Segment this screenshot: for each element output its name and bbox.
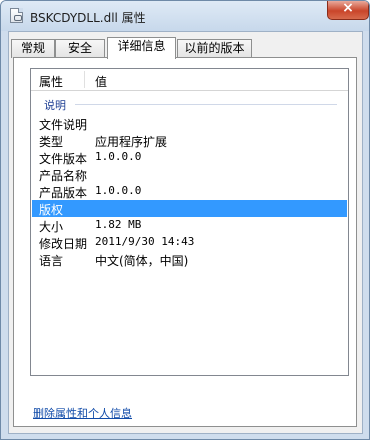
list-item[interactable]: 产品名称 <box>32 166 347 183</box>
property-name: 类型 <box>39 135 64 149</box>
property-value: 中文(简体，中国) <box>95 254 189 268</box>
list-item-selected[interactable]: 版权 <box>32 200 347 217</box>
property-name: 产品名称 <box>39 169 88 183</box>
property-name: 语言 <box>39 254 64 268</box>
group-divider <box>75 104 337 105</box>
column-header-value[interactable]: 值 <box>95 73 107 90</box>
tab-security[interactable]: 安全 <box>55 39 105 58</box>
close-button[interactable]: × <box>327 1 369 20</box>
list-item[interactable]: 产品版本 1.0.0.0 <box>32 183 347 200</box>
property-value: 2011/9/30 14:43 <box>95 235 195 248</box>
property-name: 文件说明 <box>39 118 88 132</box>
window-title: BSKCDYDLL.dll 属性 <box>30 11 146 25</box>
property-name: 大小 <box>39 220 64 234</box>
details-list[interactable]: 属性 值 说明 文件说明 类型 应用程序扩展 文件版本 1.0.0.0 产品名称… <box>30 68 349 376</box>
list-item[interactable]: 文件版本 1.0.0.0 <box>32 149 347 166</box>
property-value: 1.0.0.0 <box>95 150 142 163</box>
property-name: 文件版本 <box>39 152 88 166</box>
list-item[interactable]: 语言 中文(简体，中国) <box>32 251 347 268</box>
property-value: 1.82 MB <box>95 218 142 231</box>
column-header-property[interactable]: 属性 <box>39 73 63 90</box>
list-item[interactable]: 类型 应用程序扩展 <box>32 132 347 149</box>
property-value: 1.0.0.0 <box>95 184 142 197</box>
list-item[interactable]: 文件说明 <box>32 115 347 132</box>
property-name: 修改日期 <box>39 237 88 251</box>
property-name: 产品版本 <box>39 186 88 200</box>
column-divider[interactable] <box>84 71 85 88</box>
group-description-label: 说明 <box>44 99 66 112</box>
title-bar[interactable]: BSKCDYDLL.dll 属性 × <box>1 1 369 31</box>
tab-general[interactable]: 常规 <box>11 39 55 58</box>
remove-properties-link[interactable]: 删除属性和个人信息 <box>33 405 132 421</box>
property-name: 版权 <box>39 203 64 217</box>
list-item[interactable]: 修改日期 2011/9/30 14:43 <box>32 234 347 251</box>
tab-details[interactable]: 详细信息 <box>107 37 176 59</box>
property-value: 应用程序扩展 <box>95 135 168 149</box>
close-icon: × <box>342 0 354 16</box>
dll-file-icon <box>10 8 23 23</box>
tab-previous-versions[interactable]: 以前的版本 <box>177 39 252 58</box>
list-header: 属性 值 <box>31 69 348 91</box>
list-item[interactable]: 大小 1.82 MB <box>32 217 347 234</box>
